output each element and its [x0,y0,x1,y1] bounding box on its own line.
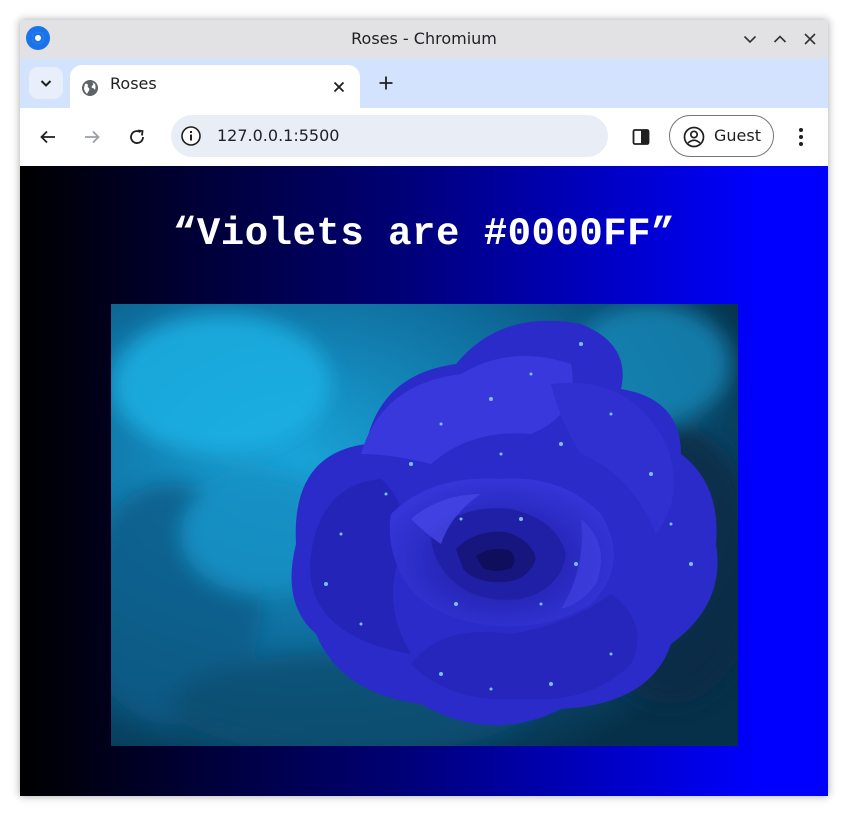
profile-button[interactable]: Guest [669,115,774,157]
page-headline: “Violets are #0000FF” [173,212,675,256]
maximize-button[interactable] [768,27,792,51]
address-bar[interactable] [171,115,608,157]
back-button[interactable] [34,123,62,151]
chevron-up-icon [773,35,787,43]
forward-arrow-icon [85,130,100,144]
tab-strip: Roses [20,58,828,108]
tab-search-button[interactable] [29,67,63,99]
browser-window: Roses - Chromium Roses 127.0.0.1:5500 Gu… [20,20,828,796]
tab-title: Roses [110,74,157,93]
close-window-button[interactable] [798,27,822,51]
close-icon [333,81,345,93]
minimize-button[interactable] [738,27,762,51]
account-circle-icon [683,126,705,148]
reload-button[interactable] [123,123,151,151]
reload-icon [130,129,144,144]
back-arrow-icon [40,130,55,144]
new-tab-button[interactable] [372,69,400,97]
side-panel-icon [632,129,650,145]
url-input[interactable] [217,115,577,157]
forward-button[interactable] [78,123,106,151]
rose-image [111,304,738,746]
globe-icon [82,80,98,96]
window-title: Roses - Chromium [351,29,497,48]
tab-roses[interactable]: Roses [70,65,360,108]
kebab-menu-icon [799,128,803,146]
chevron-down-icon [743,35,757,44]
page-content: “Violets are #0000FF” [20,166,828,796]
toolbar: Guest [20,108,828,166]
close-icon [804,33,816,45]
info-icon[interactable] [181,126,201,146]
menu-button[interactable] [787,123,815,151]
title-bar: Roses - Chromium [20,20,828,58]
profile-label: Guest [714,126,761,145]
side-panel-button[interactable] [627,123,655,151]
plus-icon [379,76,393,90]
tab-search-chevron-icon [40,80,52,87]
tab-close-button[interactable] [328,76,350,98]
rose-illustration [111,304,738,746]
